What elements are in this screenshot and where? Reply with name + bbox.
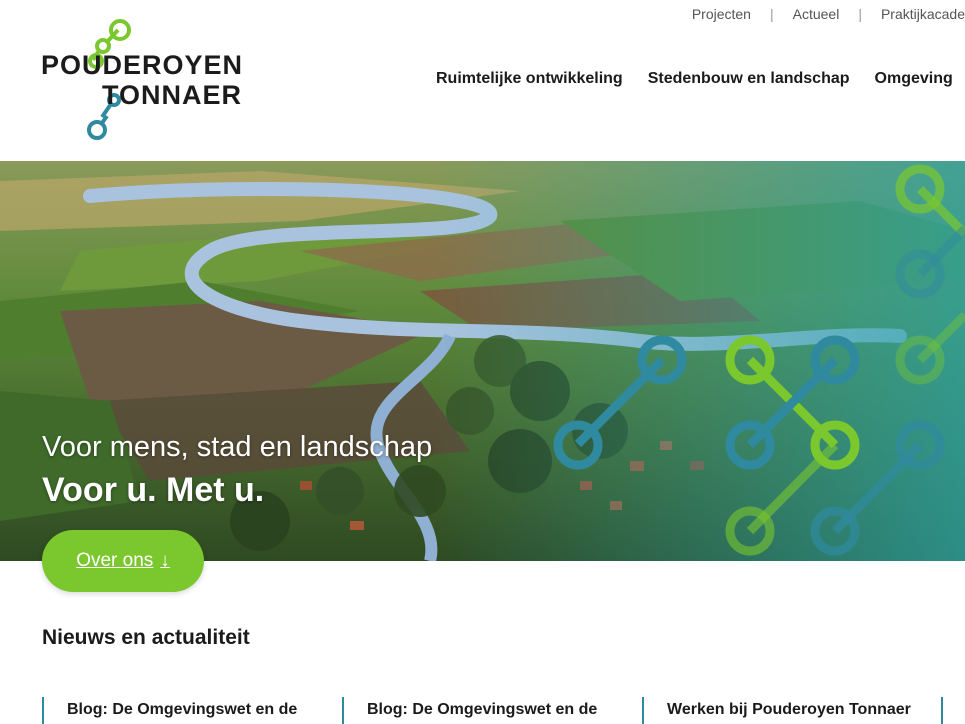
top-navigation: Projecten | Actueel | Praktijkacade: [673, 6, 965, 22]
brand-name-line1: POUDEROYEN: [41, 50, 244, 80]
news-card-title: Werken bij Pouderoyen Tonnaer: [667, 701, 911, 718]
news-card[interactable]: Blog: De Omgevingswet en de: [342, 697, 642, 724]
news-card-title: Blog: De Omgevingswet en de: [67, 701, 298, 718]
news-card-title: Blog: De Omgevingswet en de: [367, 701, 598, 718]
brand-name-line2: TONNAER: [102, 80, 243, 110]
mainnav-ruimtelijke-ontwikkeling[interactable]: Ruimtelijke ontwikkeling: [436, 70, 623, 88]
over-ons-button[interactable]: Over ons ↓: [42, 530, 204, 592]
mainnav-stedenbouw-en-landschap[interactable]: Stedenbouw en landschap: [648, 70, 850, 88]
hero-subtitle: Voor mens, stad en landschap: [42, 431, 433, 463]
topnav-actueel[interactable]: Actueel: [774, 6, 859, 22]
over-ons-label: Over ons: [76, 550, 154, 571]
main-navigation: Ruimtelijke ontwikkeling Stedenbouw en l…: [436, 70, 965, 88]
site-header: POUDEROYEN TONNAER Projecten | Actueel |…: [0, 0, 965, 161]
topnav-projecten[interactable]: Projecten: [673, 6, 770, 22]
news-card-list: Blog: De Omgevingswet en de Blog: De Omg…: [42, 697, 965, 724]
news-card[interactable]: Werken bij Pouderoyen Tonnaer: [642, 697, 942, 724]
news-heading: Nieuws en actualiteit: [42, 626, 250, 649]
hero-banner: Voor mens, stad en landschap Voor u. Met…: [0, 161, 965, 561]
card-divider: [941, 697, 943, 724]
news-card[interactable]: Blog: De Omgevingswet en de: [42, 697, 342, 724]
topnav-praktijkacademie[interactable]: Praktijkacade: [862, 6, 965, 22]
arrow-down-icon: ↓: [160, 550, 170, 571]
hero-title: Voor u. Met u.: [42, 471, 265, 509]
mainnav-omgeving[interactable]: Omgeving: [875, 70, 953, 88]
brand-logo[interactable]: POUDEROYEN TONNAER: [36, 16, 266, 146]
